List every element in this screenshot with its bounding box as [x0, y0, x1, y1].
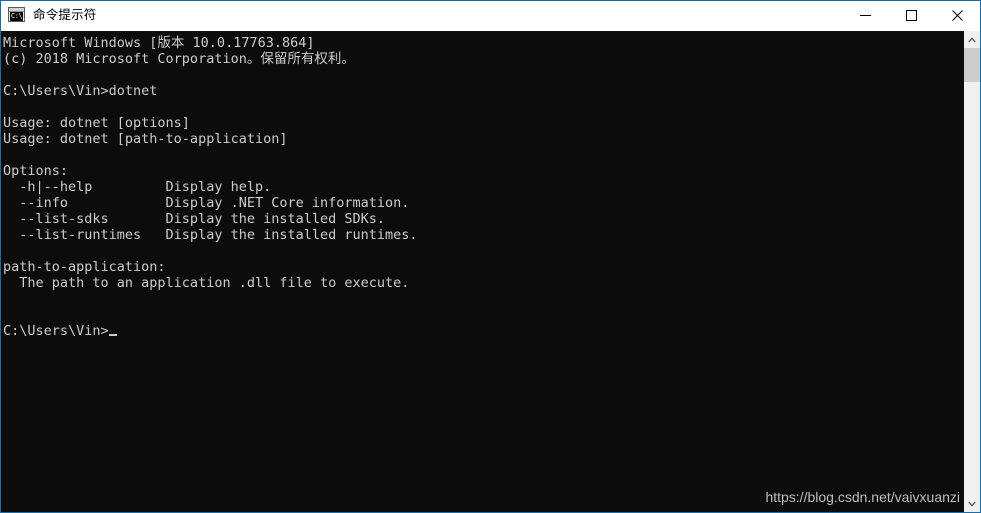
text-cursor: [108, 334, 117, 336]
console-line: Microsoft Windows [版本 10.0.17763.864]: [3, 35, 315, 51]
console-line: --info Display .NET Core information.: [3, 195, 410, 211]
console-line: -h|--help Display help.: [3, 179, 272, 195]
scrollbar-track[interactable]: [964, 48, 980, 495]
vertical-scrollbar[interactable]: [964, 31, 980, 512]
icon-prompt-text: C:\_: [11, 12, 26, 20]
console-line: --list-sdks Display the installed SDKs.: [3, 211, 386, 227]
console-area[interactable]: Microsoft Windows [版本 10.0.17763.864] (c)…: [1, 31, 980, 512]
scroll-down-button[interactable]: [964, 495, 980, 512]
console-prompt-line: C:\Users\Vin>: [3, 323, 964, 339]
console-line: C:\Users\Vin>dotnet: [3, 83, 158, 99]
console-line: (c) 2018 Microsoft Corporation。保留所有权利。: [3, 51, 355, 67]
chevron-down-icon: [968, 501, 976, 507]
console-line: Options:: [3, 163, 69, 179]
console-output[interactable]: Microsoft Windows [版本 10.0.17763.864] (c)…: [1, 31, 964, 512]
minimize-button[interactable]: [842, 1, 888, 30]
close-button[interactable]: [934, 1, 980, 30]
console-line: --list-runtimes Display the installed ru…: [3, 227, 418, 243]
console-line: path-to-application:: [3, 259, 166, 275]
window-title: 命令提示符: [33, 8, 97, 22]
chevron-up-icon: [968, 36, 976, 42]
console-line: Usage: dotnet [path-to-application]: [3, 131, 288, 147]
command-prompt-window: C:\_ 命令提示符 Microsoft Windows [版本 10.0.17…: [0, 0, 981, 513]
maximize-button[interactable]: [888, 1, 934, 30]
prompt-text: C:\Users\Vin>: [3, 323, 109, 339]
minimize-icon: [859, 15, 871, 16]
maximize-icon: [905, 10, 917, 21]
console-line: Usage: dotnet [options]: [3, 115, 190, 131]
scroll-up-button[interactable]: [964, 31, 980, 48]
cmd-console-icon: C:\_: [8, 7, 26, 24]
window-controls: [842, 1, 980, 30]
console-line: The path to an application .dll file to …: [3, 275, 410, 291]
scrollbar-thumb[interactable]: [964, 48, 980, 82]
window-title-bar[interactable]: C:\_ 命令提示符: [1, 1, 980, 31]
close-icon: [951, 10, 963, 21]
